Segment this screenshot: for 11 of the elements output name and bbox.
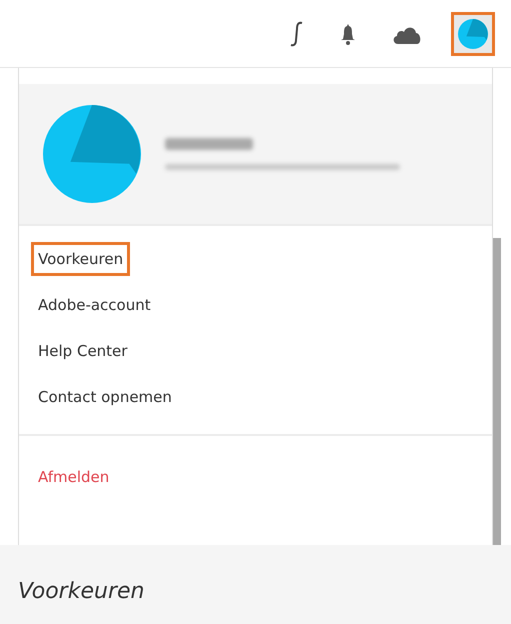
- script-f-icon: [290, 20, 304, 46]
- scrollbar[interactable]: [493, 238, 501, 545]
- caption-text: Voorkeuren: [18, 579, 144, 604]
- sign-out-item[interactable]: Afmelden: [31, 460, 116, 494]
- profile-button[interactable]: [451, 12, 495, 56]
- menu-item[interactable]: Voorkeuren: [31, 242, 130, 276]
- menu-item[interactable]: Adobe-account: [31, 288, 158, 322]
- avatar-icon: [458, 18, 488, 48]
- menu-item[interactable]: Help Center: [31, 334, 134, 368]
- menu-item[interactable]: Contact opnemen: [31, 380, 179, 414]
- bell-icon: [340, 22, 356, 44]
